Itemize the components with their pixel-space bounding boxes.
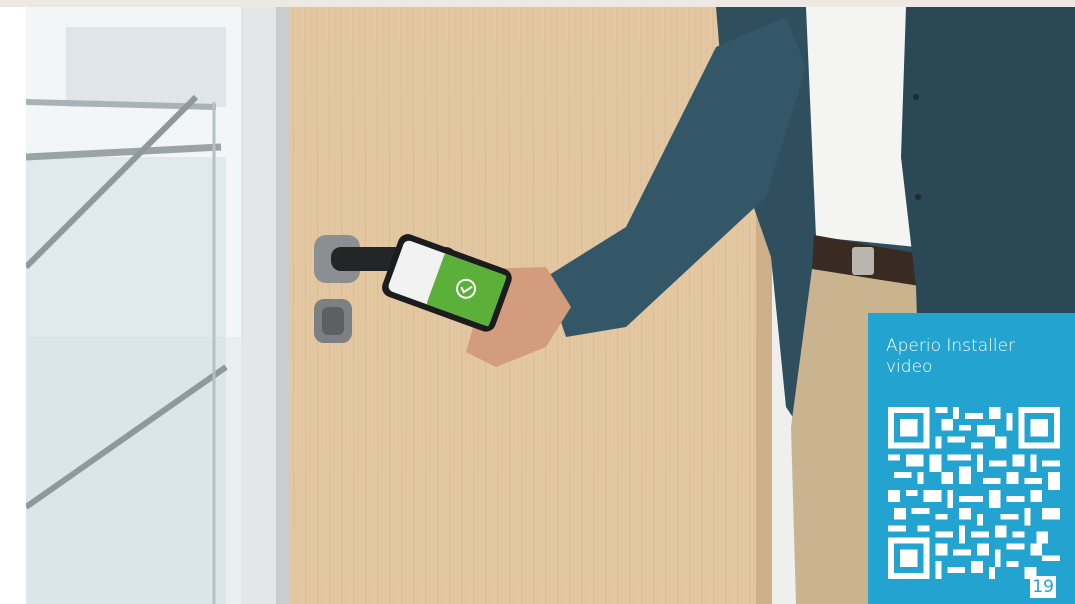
qr-video-panel[interactable]: Aperio Installer video 19 [868, 313, 1075, 604]
top-border-band [0, 0, 1075, 7]
glass-railing [26, 157, 226, 604]
qr-code-icon[interactable] [888, 403, 1060, 583]
qr-caption: Aperio Installer video [886, 336, 1016, 377]
shirt [806, 7, 916, 247]
page-number: 19 [1030, 576, 1056, 598]
